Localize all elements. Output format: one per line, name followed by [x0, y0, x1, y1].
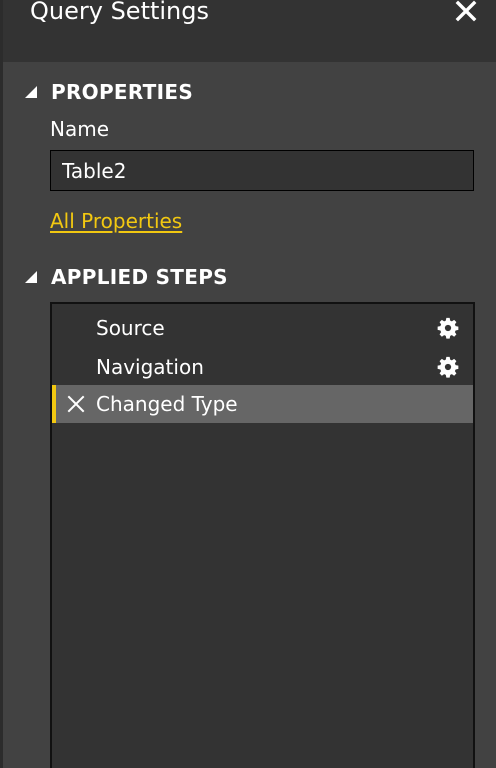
step-item-source[interactable]: Source: [52, 309, 473, 347]
close-button[interactable]: [451, 0, 481, 26]
step-item-navigation[interactable]: Navigation: [52, 348, 473, 386]
gear-icon[interactable]: [437, 317, 459, 339]
step-item-changed-type[interactable]: Changed Type: [52, 385, 473, 423]
applied-steps-list: Source Navigation Changed Type: [50, 302, 475, 768]
step-label: Source: [96, 316, 165, 340]
pane-title: Query Settings: [30, 0, 210, 25]
delete-step-icon[interactable]: [67, 395, 85, 413]
applied-steps-section-header[interactable]: APPLIED STEPS: [23, 265, 228, 289]
close-icon: [455, 0, 477, 22]
name-label: Name: [50, 117, 110, 141]
pane-header: Query Settings: [3, 0, 496, 62]
gear-icon[interactable]: [437, 356, 459, 378]
step-label: Changed Type: [96, 392, 238, 416]
applied-steps-section-title: APPLIED STEPS: [51, 265, 228, 289]
collapse-triangle-icon: [25, 86, 37, 98]
selection-indicator: [52, 385, 56, 423]
collapse-triangle-icon: [25, 271, 37, 283]
query-settings-pane: Query Settings PROPERTIES Name All Prope…: [0, 0, 496, 768]
step-label: Navigation: [96, 355, 204, 379]
name-input[interactable]: [50, 150, 474, 191]
properties-section-title: PROPERTIES: [51, 80, 194, 104]
properties-section-header[interactable]: PROPERTIES: [23, 80, 193, 104]
all-properties-link[interactable]: All Properties: [50, 209, 182, 233]
